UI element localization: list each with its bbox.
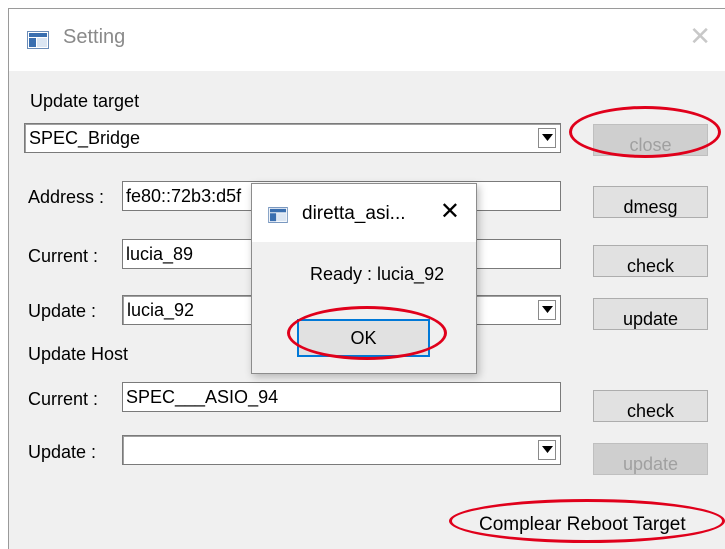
host-update-select[interactable] [122,435,561,465]
app-icon [27,31,49,49]
address-value: fe80::72b3:d5f [126,186,242,206]
dialog-body: Ready : lucia_92 OK [252,242,476,373]
update-select-value: lucia_92 [127,300,195,320]
host-current-value: SPEC___ASIO_94 [126,387,279,407]
update-target-label: Update target [30,91,140,111]
target-select[interactable]: SPEC_Bridge [24,123,561,153]
host-current-field[interactable]: SPEC___ASIO_94 [122,382,561,412]
host-update-label: Update : [28,442,97,462]
host-current-label: Current : [28,389,99,409]
update-host-label: Update Host [28,344,129,364]
chevron-down-icon[interactable] [538,440,556,460]
close-icon[interactable]: ✕ [440,200,460,224]
address-label: Address : [28,187,105,207]
chevron-down-icon[interactable] [538,300,556,320]
update-button[interactable]: update [593,298,708,330]
dialog-title: diretta_asi... [302,203,406,224]
host-check-button[interactable]: check [593,390,708,422]
window-title: Setting [63,26,126,48]
app-icon [268,207,288,223]
current-value: lucia_89 [126,244,194,264]
title-bar: Setting ✕ [9,9,725,71]
dialog: diretta_asi... ✕ Ready : lucia_92 OK [251,183,477,374]
target-select-value: SPEC_Bridge [29,128,141,148]
chevron-down-icon[interactable] [538,128,556,148]
close-button[interactable]: close [593,124,708,156]
ok-button[interactable]: OK [297,319,430,357]
current-label: Current : [28,246,99,266]
dialog-message: Ready : lucia_92 [310,264,445,284]
dialog-title-bar: diretta_asi... ✕ [252,184,476,242]
update-label: Update : [28,301,97,321]
host-update-button[interactable]: update [593,443,708,475]
complear-reboot-target-link[interactable]: Complear Reboot Target [479,514,686,536]
dmesg-button[interactable]: dmesg [593,186,708,218]
close-icon[interactable]: ✕ [689,23,711,49]
check-button[interactable]: check [593,245,708,277]
